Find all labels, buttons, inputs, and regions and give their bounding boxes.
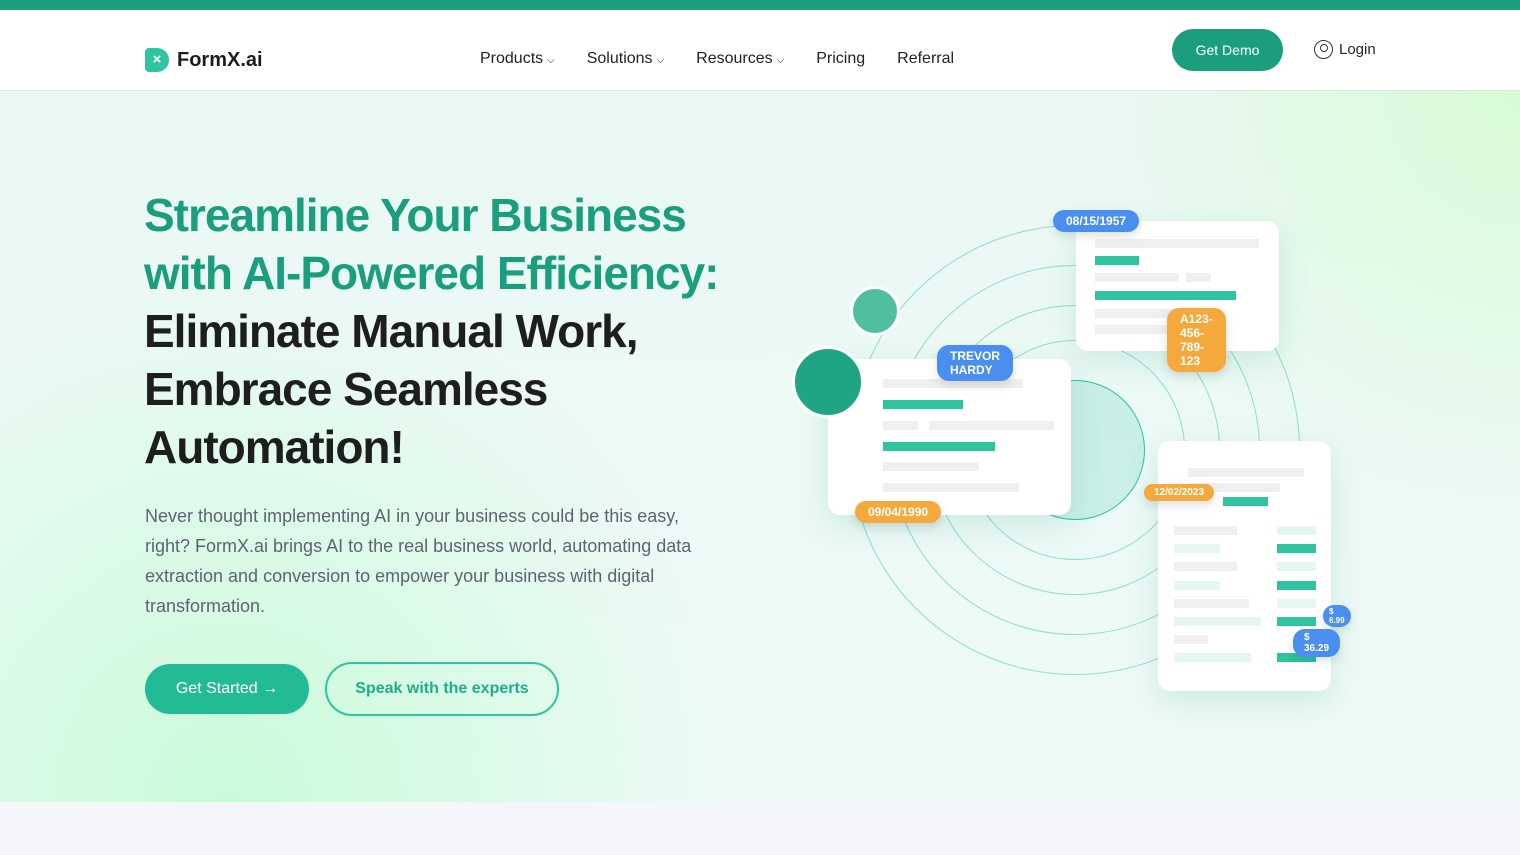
price-tag: $ 36.29 [1293,629,1341,657]
price-tag: $ 6.99 [1323,605,1351,627]
logo-icon: × [145,48,169,72]
get-demo-button[interactable]: Get Demo [1172,29,1283,71]
hero-title-rest: Eliminate Manual Work, Embrace Seamless … [144,305,638,473]
nav-label: Resources [696,50,773,67]
chevron-down-icon: ⌵ [776,55,785,66]
nav-resources[interactable]: Resources ⌵ [696,50,784,68]
get-started-button[interactable]: Get Started → [145,664,309,714]
top-accent-bar [0,0,1520,10]
id-number-tag: A123-456-789-123 [1167,308,1226,372]
next-section [0,802,1520,855]
logo[interactable]: × FormX.ai [145,48,263,72]
hero-section: Streamline Your Business with AI-Powered… [0,91,1520,802]
date-tag: 08/15/1957 [1053,210,1140,232]
id-card [828,359,1071,515]
date-tag: 09/04/1990 [855,501,942,523]
nav-label: Products [480,50,544,67]
chevron-down-icon: ⌵ [547,55,555,66]
login-link[interactable]: Login [1314,40,1376,59]
name-tag: TREVOR HARDY [937,345,1014,381]
nav-pricing[interactable]: Pricing [816,50,865,68]
logo-text: FormX.ai [177,48,263,71]
hero-description: Never thought implementing AI in your bu… [145,506,692,616]
nav-label: Solutions [586,50,653,67]
main-nav: Products ⌵ Solutions ⌵ Resources ⌵ Pricing … [480,50,954,68]
site-header: × FormX.ai Products ⌵ Solutions ⌵ Resource… [0,10,1520,91]
hero-title-highlight: Streamline Your Business with AI-Powered… [144,189,720,299]
nav-solutions[interactable]: Solutions ⌵ [587,50,664,68]
chevron-down-icon: ⌵ [656,55,665,66]
hero-title: Streamline Your Business with AI-Powered… [144,186,744,476]
nav-referral[interactable]: Referral [897,50,954,68]
date-tag: 12/02/2023 [1144,484,1215,501]
avatar-woman [850,286,900,336]
nav-products[interactable]: Products ⌵ [480,50,555,68]
speak-with-experts-button[interactable]: Speak with the experts [325,662,559,716]
login-label: Login [1339,41,1376,58]
user-icon [1314,40,1333,59]
avatar-man [792,346,864,418]
